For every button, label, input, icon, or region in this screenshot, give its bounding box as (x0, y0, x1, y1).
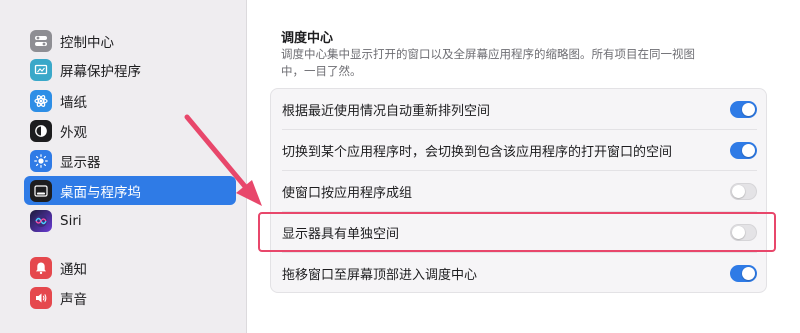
sidebar-item-appearance[interactable]: 外观 (24, 116, 236, 145)
sidebar-item-wallpaper[interactable]: 墙纸 (24, 86, 236, 115)
toggle-knob (732, 185, 745, 198)
section-description: 调度中心集中显示打开的窗口以及全屏幕应用程序的缩略图。所有项目在同一视图中，一目… (281, 47, 695, 78)
sidebar-item-label: 屏幕保护程序 (60, 63, 141, 80)
sidebar-item-notifications[interactable]: 通知 (24, 253, 236, 282)
sidebar-item-label: 墙纸 (60, 94, 87, 111)
sidebar-item-label: 通知 (60, 261, 87, 278)
sidebar-item-label: 控制中心 (60, 34, 114, 51)
sidebar-item-displays[interactable]: 显示器 (24, 146, 236, 175)
toggle-knob (742, 267, 755, 280)
setting-label: 切换到某个应用程序时，会切换到包含该应用程序的打开窗口的空间 (282, 145, 673, 160)
toggle-knob (742, 103, 755, 116)
wallpaper-icon (30, 89, 52, 112)
desktop-dock-icon (30, 179, 52, 202)
auto-rearrange-toggle[interactable] (730, 101, 757, 118)
displays-icon (30, 149, 52, 172)
appearance-icon (30, 119, 52, 142)
drag-to-top-toggle[interactable] (730, 265, 757, 282)
group-windows-toggle[interactable] (730, 183, 757, 200)
setting-label: 拖移窗口至屏幕顶部进入调度中心 (282, 268, 478, 283)
screen-saver-icon (30, 58, 52, 81)
section-title: 调度中心 (281, 31, 334, 46)
switch-to-space-toggle[interactable] (730, 142, 757, 159)
sidebar-item-siri[interactable]: Siri (24, 206, 236, 235)
highlight-box (258, 212, 776, 252)
control-center-icon (30, 29, 52, 52)
setting-row-drag-to-top: 拖移窗口至屏幕顶部进入调度中心 (271, 253, 768, 294)
sidebar-item-label: 桌面与程序坞 (60, 184, 141, 201)
sidebar-item-control-center[interactable]: 控制中心 (24, 26, 236, 55)
sidebar-item-label: 声音 (60, 291, 87, 308)
sidebar-item-label: Siri (60, 212, 82, 229)
setting-row-auto-rearrange: 根据最近使用情况自动重新排列空间 (271, 89, 768, 130)
setting-row-group-windows: 使窗口按应用程序成组 (271, 171, 768, 212)
notifications-icon (30, 256, 52, 279)
sidebar-item-screen-saver[interactable]: 屏幕保护程序 (24, 55, 236, 84)
sidebar: 控制中心 屏幕保护程序 墙纸 外观 显示器 桌面与程序坞 Siri 通知 声音 (0, 0, 247, 333)
setting-label: 根据最近使用情况自动重新排列空间 (282, 104, 491, 119)
sidebar-item-label: 显示器 (60, 154, 101, 171)
toggle-knob (742, 144, 755, 157)
sound-icon (30, 286, 52, 309)
siri-icon (30, 209, 52, 232)
sidebar-item-label: 外观 (60, 124, 87, 141)
setting-label: 使窗口按应用程序成组 (282, 186, 413, 201)
sidebar-item-sound[interactable]: 声音 (24, 283, 236, 312)
mission-control-settings-panel: 根据最近使用情况自动重新排列空间 切换到某个应用程序时，会切换到包含该应用程序的… (270, 88, 767, 293)
setting-row-switch-to-space: 切换到某个应用程序时，会切换到包含该应用程序的打开窗口的空间 (271, 130, 768, 171)
sidebar-item-desktop-dock[interactable]: 桌面与程序坞 (24, 176, 236, 205)
